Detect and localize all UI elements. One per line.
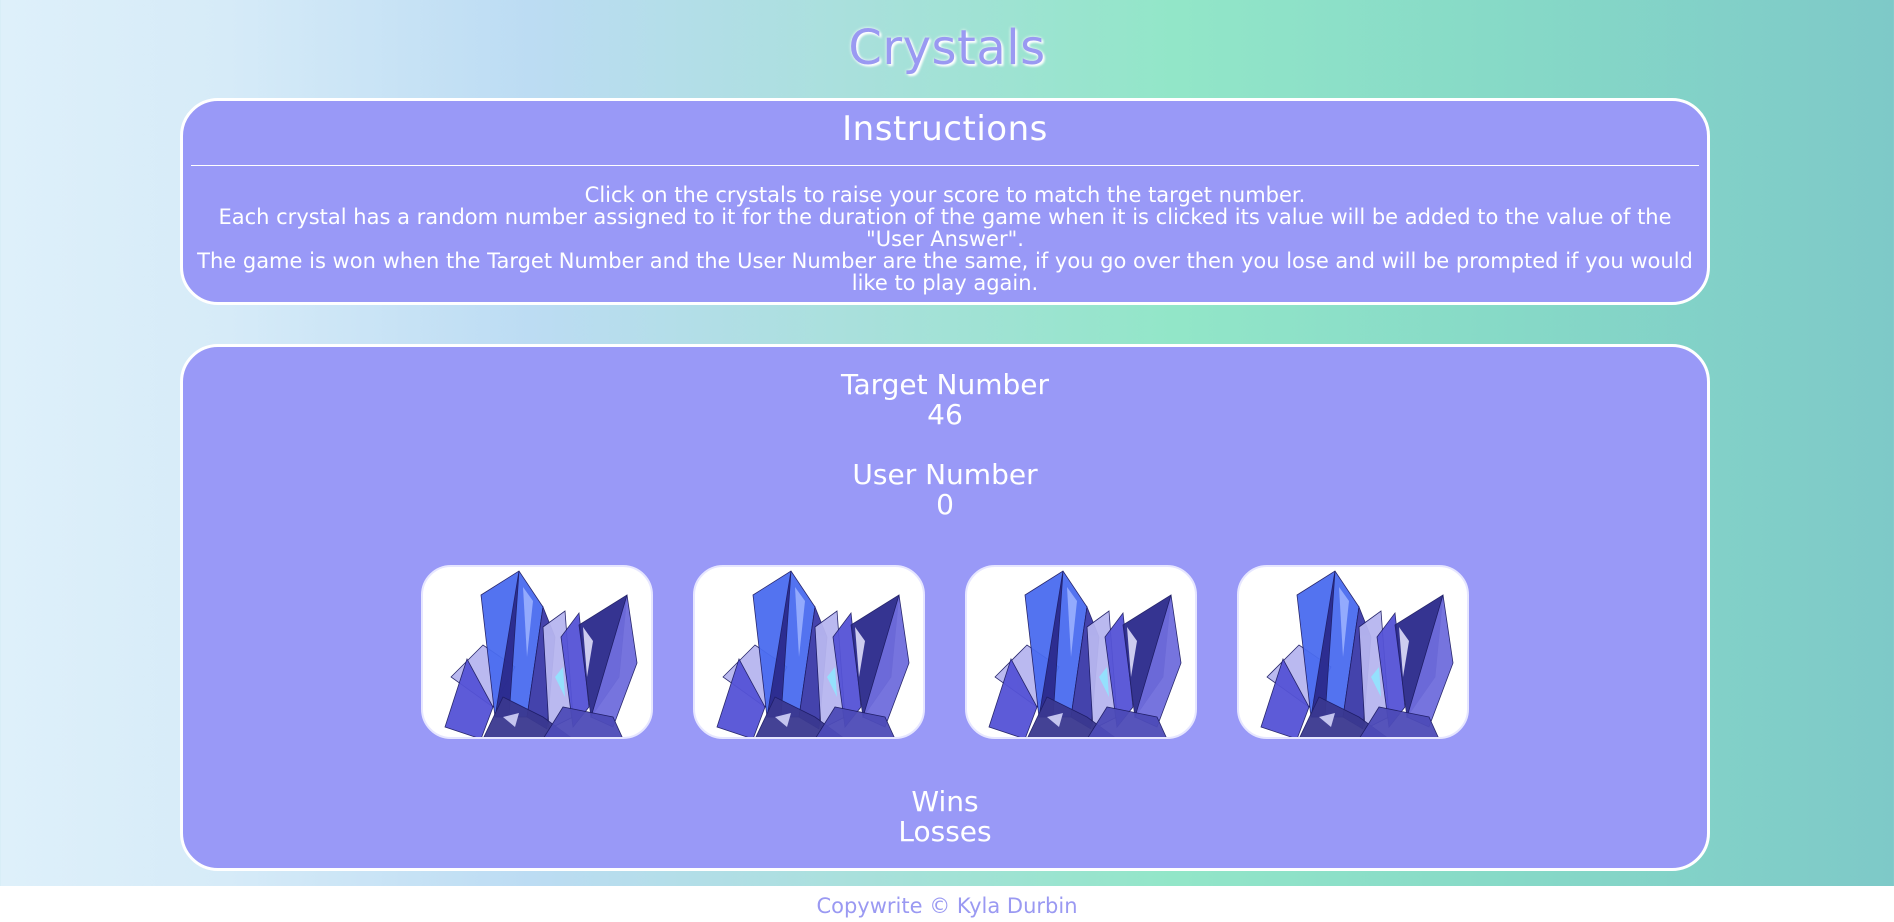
crystal-button-4[interactable] [1237, 565, 1469, 739]
target-number: Target Number 46 [183, 370, 1707, 430]
page: Crystals Instructions Click on the cryst… [0, 0, 1894, 886]
instructions-heading: Instructions [842, 109, 1048, 149]
instruction-line: Click on the crystals to raise your scor… [584, 183, 1306, 207]
target-number-label: Target Number [840, 368, 1049, 401]
copyright-text: Copywrite © Kyla Durbin [816, 894, 1078, 918]
instruction-line: Each crystal has a random number assigne… [218, 205, 1672, 251]
crystal-icon [988, 570, 1182, 737]
instructions-divider [191, 165, 1699, 166]
target-number-value: 46 [927, 398, 963, 431]
score-results: Wins Losses [183, 787, 1707, 847]
crystal-icon [716, 570, 910, 737]
crystal-row [183, 565, 1707, 739]
crystal-icon [444, 570, 638, 737]
footer: Copywrite © Kyla Durbin [0, 886, 1894, 922]
page-title: Crystals [848, 20, 1046, 76]
user-number-label: User Number [852, 458, 1038, 491]
crystal-button-3[interactable] [965, 565, 1197, 739]
crystal-button-1[interactable] [421, 565, 653, 739]
instruction-line: The game is won when the Target Number a… [197, 249, 1693, 295]
crystal-icon [1260, 570, 1454, 737]
crystal-shards [716, 570, 910, 737]
wins-label: Wins [911, 785, 979, 818]
instructions-text: Click on the crystals to raise your scor… [183, 184, 1707, 294]
losses-label: Losses [898, 815, 992, 848]
crystal-shards [444, 570, 638, 737]
crystal-button-2[interactable] [693, 565, 925, 739]
crystal-shards [1260, 570, 1454, 737]
user-number: User Number 0 [183, 460, 1707, 520]
instructions-panel: Instructions Click on the crystals to ra… [180, 98, 1710, 305]
crystal-shards [988, 570, 1182, 737]
user-number-value: 0 [936, 488, 954, 521]
game-panel: Target Number 46 User Number 0 Wins Loss… [180, 344, 1710, 871]
